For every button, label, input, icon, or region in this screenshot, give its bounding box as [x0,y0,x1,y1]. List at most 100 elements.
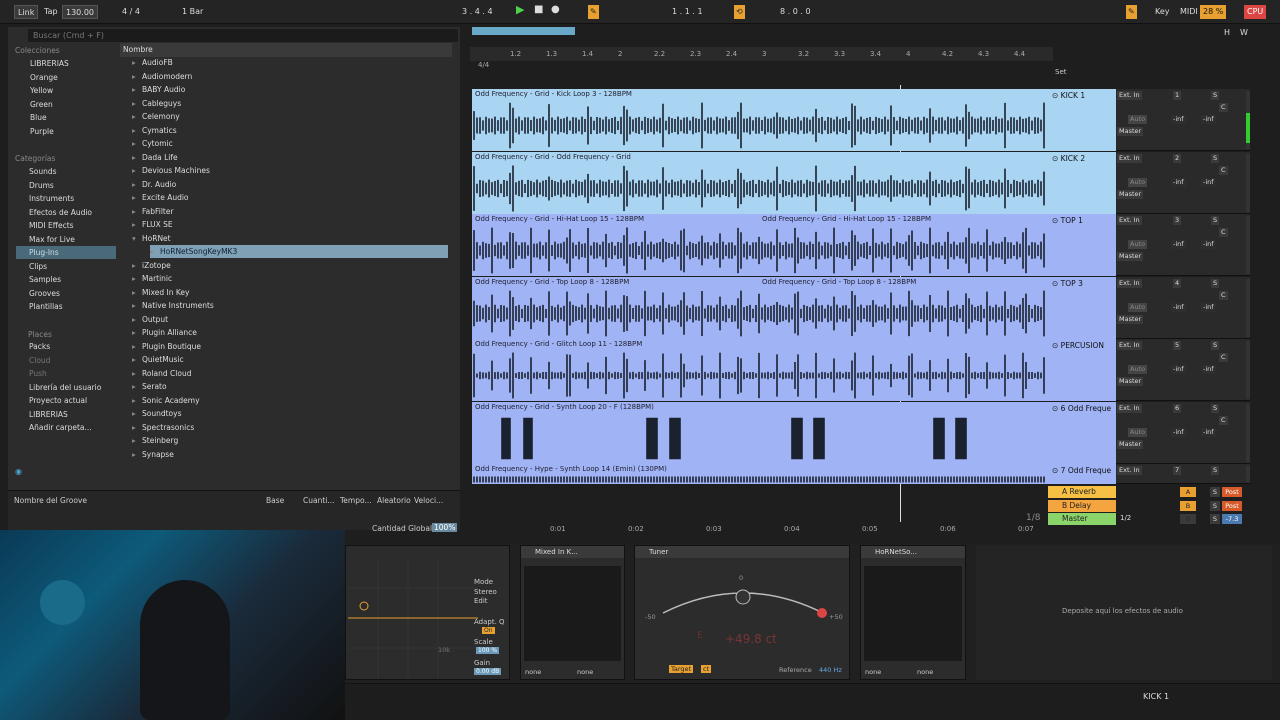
audio-clip[interactable]: Odd Frequency - Grid - Kick Loop 3 - 128… [472,89,1048,151]
pan-center[interactable]: C [1219,290,1228,300]
track-name[interactable]: ⊙ PERCUSION [1048,339,1116,401]
solo-button[interactable]: S [1211,341,1220,350]
browser-folder-item[interactable]: ▸ Steinberg [132,434,448,447]
hornet-title[interactable]: HoRNetSo... [861,546,965,558]
expand-icon[interactable]: ▸ [132,70,136,83]
post-button[interactable]: Post [1222,500,1242,511]
expand-icon[interactable]: ▸ [132,218,136,231]
beat-ruler[interactable]: 1.2 1.3 1.4 2 2.2 2.3 2.4 3 3.2 3.3 3.4 4 4.2 4.3 4.4 [470,47,1053,61]
expand-icon[interactable]: ▸ [132,394,136,407]
track-fold-icon[interactable]: ⊙ [1052,404,1061,413]
tuner-title[interactable]: Tuner [635,546,849,558]
input-select[interactable]: Ext. In [1117,278,1142,288]
output-select[interactable]: none [917,668,933,676]
key-map-icon[interactable]: ✎ [1126,5,1137,19]
cents-button[interactable]: ct [701,665,712,673]
monitor-auto-button[interactable]: Auto [1128,302,1148,312]
expand-icon[interactable]: ▸ [132,448,136,461]
track-fold-icon[interactable]: ⊙ [1052,216,1061,225]
master-cue-select[interactable]: 1/2 [1120,514,1131,522]
expand-icon[interactable]: ▸ [132,83,136,96]
track-fold-icon[interactable]: ⊙ [1052,466,1061,475]
monitor-auto-button[interactable]: Auto [1128,115,1148,124]
volume-readout[interactable]: -inf [1171,115,1186,124]
browser-folder-item[interactable]: ▸ HoRNetSongKeyMK3 [150,245,448,258]
category-item[interactable]: Clips [16,260,47,273]
track-fold-icon[interactable]: ⊙ [1052,341,1061,350]
track-number-button[interactable]: 4 [1173,278,1182,288]
input-select[interactable]: Ext. In [1117,91,1142,100]
track-name[interactable]: ⊙ 6 Odd Freque [1048,401,1116,464]
collection-item[interactable]: Orange [16,71,58,84]
loop-toggle-icon[interactable]: ⟲ [734,5,745,19]
return-letter-button[interactable]: B [1180,500,1196,511]
track-name[interactable]: ⊙ 7 Odd Freque [1048,464,1116,484]
loop-start[interactable]: 1 . 1 . 1 [672,5,703,19]
expand-icon[interactable]: ▸ [132,407,136,420]
track-fold-icon[interactable]: ⊙ [1052,91,1061,100]
peak-readout[interactable]: -inf [1201,177,1216,187]
track-name[interactable]: ⊙ KICK 1 [1048,89,1116,151]
return-letter-button[interactable]: 0 [1180,514,1196,524]
audio-clip[interactable]: Odd Frequency - Hype - Synth Loop 14 (Em… [472,464,1048,484]
browser-folder-item[interactable]: ▸ Spectrasonics [132,421,448,434]
audio-clip[interactable]: Odd Frequency - Grid - Glitch Loop 11 - … [472,339,1048,401]
browser-folder-item[interactable]: ▸ Excite Audio [132,191,448,204]
browser-folder-item[interactable]: ▸ Celemony [132,110,448,123]
audio-clip[interactable]: Odd Frequency - Grid - Hi-Hat Loop 15 - … [472,214,1048,276]
browser-folder-item[interactable]: ▾ HoRNet [132,232,448,245]
browser-folder-item[interactable]: ▸ FabFilter [132,205,448,218]
expand-icon[interactable]: ▸ [132,353,136,366]
browser-toggle-icon[interactable]: ◉ [15,467,22,476]
pan-center[interactable]: C [1219,165,1228,175]
output-select[interactable]: Master [1117,127,1144,136]
expand-icon[interactable]: ▸ [132,124,136,137]
browser-folder-item[interactable]: ▸ Synapse [132,448,448,461]
mixed-in-key-title[interactable]: Mixed In K... [521,546,624,558]
play-icon[interactable]: ▶ [516,3,524,17]
output-select[interactable]: Master [1117,252,1144,261]
pan-center[interactable]: C [1219,103,1228,112]
input-select[interactable]: Ext. In [1117,216,1142,225]
category-item[interactable]: Sounds [16,165,57,178]
expand-icon[interactable]: ▸ [132,110,136,123]
stop-icon[interactable]: ■ [534,3,543,17]
monitor-auto-button[interactable]: Auto [1128,365,1148,374]
place-item[interactable]: Añadir carpeta... [16,421,92,434]
tempo-field[interactable]: 130.00 [62,5,98,19]
w-icon[interactable]: W [1240,28,1248,37]
peak-readout[interactable]: -inf [1201,365,1216,374]
monitor-auto-button[interactable]: Auto [1128,177,1148,187]
collection-item[interactable]: Blue [16,111,47,124]
track-fold-icon[interactable]: ⊙ [1052,154,1061,163]
target-button[interactable]: Target [669,665,694,673]
category-item[interactable]: MIDI Effects [16,219,74,232]
expand-icon[interactable]: ▸ [132,340,136,353]
return-letter-button[interactable]: A [1180,487,1196,497]
solo-button[interactable]: S [1210,514,1220,524]
peak-readout[interactable]: -inf [1201,302,1216,312]
link-button[interactable]: Link [14,5,39,19]
volume-readout[interactable]: -inf [1171,427,1186,437]
track-fold-icon[interactable]: ⊙ [1052,279,1061,288]
time-ruler[interactable]: 0:01 0:02 0:03 0:04 0:05 0:06 0:07 [472,524,1048,536]
edit-label[interactable]: Edit [474,597,488,605]
expand-icon[interactable]: ▸ [132,367,136,380]
loop-length[interactable]: 8 . 0 . 0 [780,5,811,19]
post-button[interactable]: -7.3 [1222,514,1242,524]
solo-button[interactable]: S [1210,500,1220,511]
browser-folder-item[interactable]: ▸ Serato [132,380,448,393]
category-item[interactable]: Drums [16,179,54,192]
groove-global-amount-value[interactable]: 100% [432,523,458,532]
place-item[interactable]: Packs [16,340,50,353]
volume-readout[interactable]: -inf [1171,365,1186,374]
browser-folder-item[interactable]: ▸ Dr. Audio [132,178,448,191]
search-input[interactable]: Buscar (Cmd + F) [28,29,458,42]
peak-readout[interactable]: -inf [1201,240,1216,249]
category-item[interactable]: Plug-Ins [16,246,116,259]
category-item[interactable]: Grooves [16,287,60,300]
reference-value[interactable]: 440 Hz [819,666,842,674]
eq-band-handle[interactable] [359,601,369,611]
audio-clip[interactable]: Odd Frequency - Grid - Top Loop 8 - 128B… [472,276,1048,339]
expand-icon[interactable]: ▸ [132,205,136,218]
